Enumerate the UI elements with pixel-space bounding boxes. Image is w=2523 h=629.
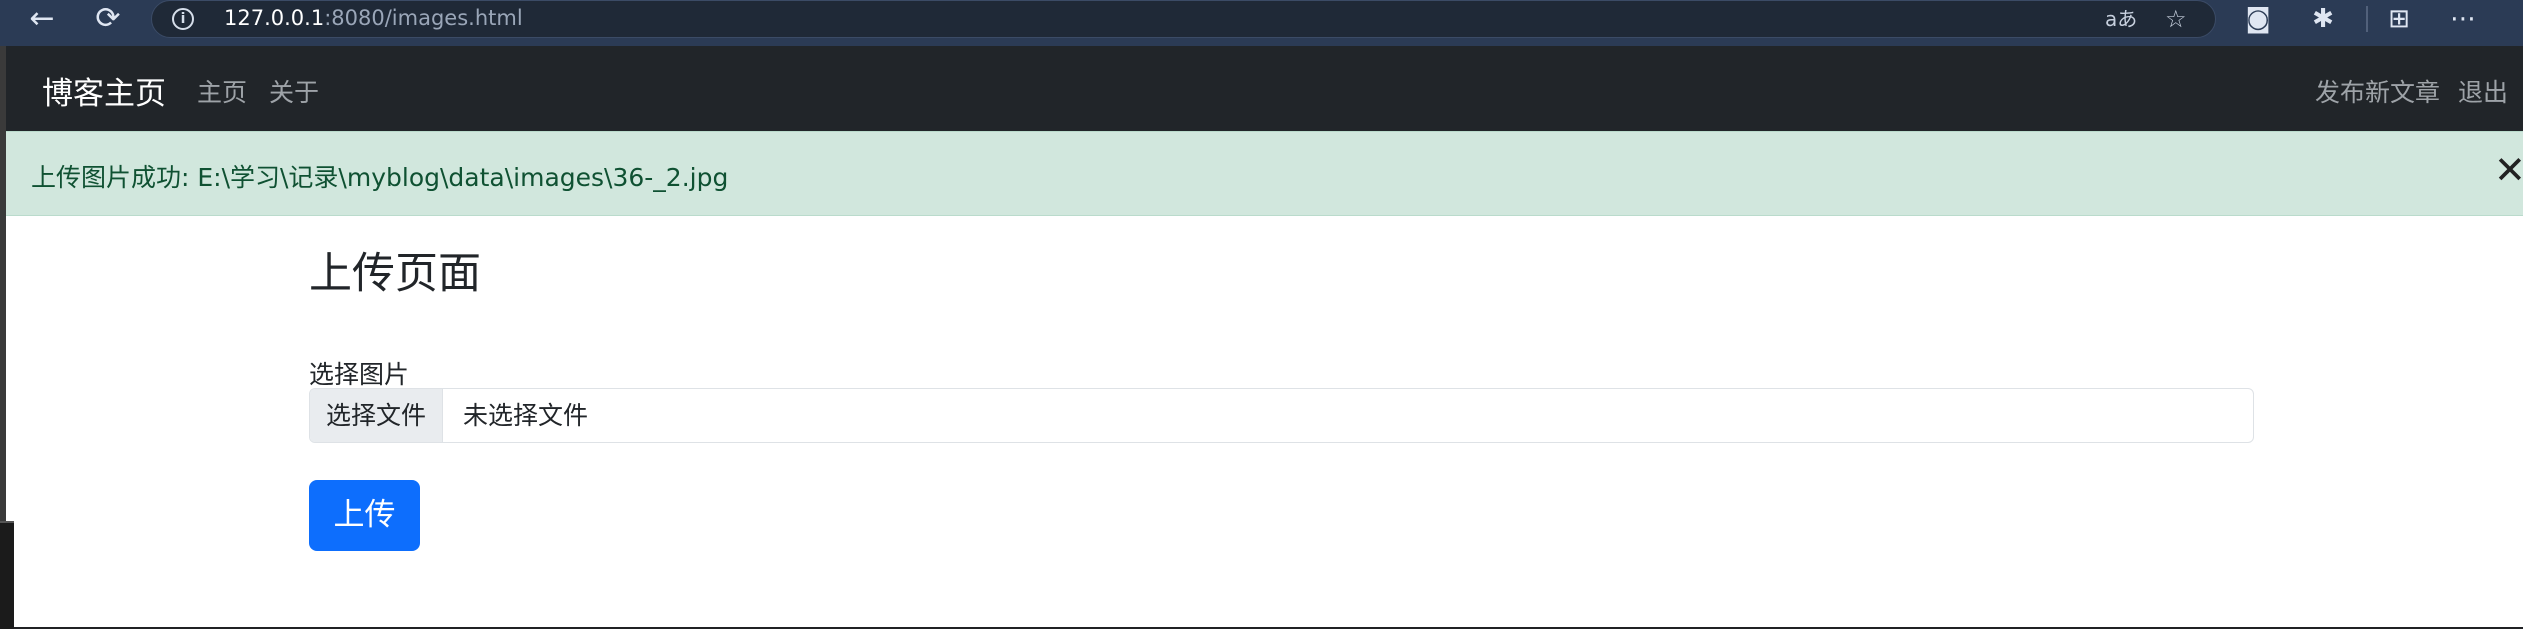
background-window-edge bbox=[0, 521, 14, 629]
site-info-icon[interactable]: i bbox=[172, 8, 194, 30]
nav-link-about[interactable]: 关于 bbox=[269, 73, 319, 109]
upload-button[interactable]: 上传 bbox=[309, 480, 420, 551]
file-status-text: 未选择文件 bbox=[463, 401, 589, 430]
more-menu-icon[interactable]: ⋯ bbox=[2447, 4, 2479, 34]
image-field-label: 选择图片 bbox=[309, 360, 410, 389]
reload-icon[interactable]: ⟳ bbox=[90, 2, 126, 36]
nav-link-home[interactable]: 主页 bbox=[197, 73, 247, 109]
read-aloud-icon[interactable]: aあ bbox=[2105, 5, 2137, 33]
page-viewport: 博客主页 主页 关于 发布新文章 退出 上传图片成功: E:\学习\记录\myb… bbox=[6, 46, 2523, 627]
file-input[interactable]: 选择文件 未选择文件 bbox=[309, 388, 2254, 443]
url-text[interactable]: 127.0.0.1:8080/images.html bbox=[224, 6, 523, 30]
collections-icon[interactable]: ⊞ bbox=[2383, 4, 2415, 34]
choose-file-button[interactable]: 选择文件 bbox=[310, 389, 443, 442]
navbar-brand[interactable]: 博客主页 bbox=[42, 68, 166, 113]
extensions-icon[interactable]: ✱ bbox=[2307, 4, 2339, 34]
star-icon[interactable]: ☆ bbox=[2165, 5, 2187, 33]
nav-link-logout[interactable]: 退出 bbox=[2458, 73, 2508, 109]
close-icon[interactable]: ✕ bbox=[2494, 150, 2523, 190]
back-arrow-icon[interactable]: ← bbox=[24, 2, 60, 36]
nav-link-new-post[interactable]: 发布新文章 bbox=[2315, 73, 2440, 109]
page-title: 上传页面 bbox=[309, 249, 481, 299]
site-navbar: 博客主页 主页 关于 发布新文章 退出 bbox=[6, 46, 2523, 131]
alert-message: 上传图片成功: E:\学习\记录\myblog\data\images\36-_… bbox=[31, 163, 729, 192]
profile-icon[interactable]: ◙ bbox=[2242, 4, 2274, 34]
browser-toolbar: ← ⟳ i 127.0.0.1:8080/images.html aあ ☆ ◙ … bbox=[0, 0, 2523, 46]
success-alert: 上传图片成功: E:\学习\记录\myblog\data\images\36-_… bbox=[6, 131, 2523, 216]
address-bar[interactable]: i 127.0.0.1:8080/images.html aあ ☆ bbox=[151, 0, 2216, 38]
toolbar-divider bbox=[2366, 6, 2368, 32]
